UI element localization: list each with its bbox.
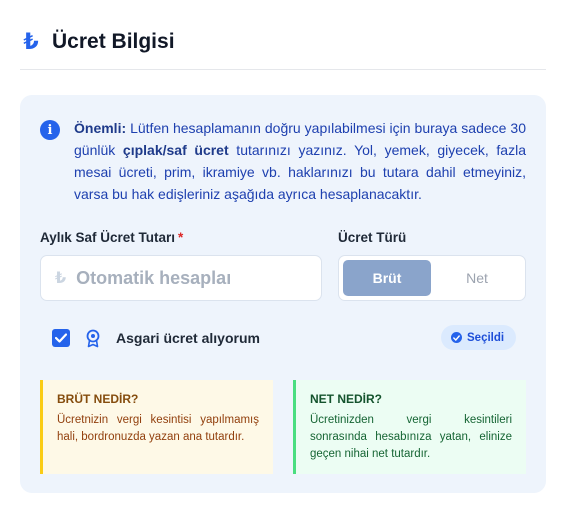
lira-icon: ₺	[23, 29, 39, 54]
min-wage-row: Asgari ücret alıyorum	[52, 327, 260, 349]
salary-type-toggle: Brüt Net	[338, 255, 526, 301]
amount-input[interactable]	[76, 267, 297, 289]
required-mark: *	[178, 230, 184, 245]
check-circle-icon	[451, 332, 462, 343]
header-divider	[20, 69, 546, 70]
amount-field[interactable]: ₺	[40, 255, 322, 301]
type-net-button[interactable]: Net	[433, 260, 521, 296]
info-icon: i	[40, 120, 60, 140]
net-explanation: NET NEDİR? Ücretinizden vergi kesintiler…	[293, 380, 526, 474]
section-header: ₺ Ücret Bilgisi	[22, 28, 175, 56]
important-notice: i Önemli: Lütfen hesaplamanın doğru yapı…	[40, 117, 526, 205]
currency-icon: ₺	[55, 270, 67, 287]
notice-emphasis: çıplak/saf ücret	[122, 142, 229, 158]
salary-card: i Önemli: Lütfen hesaplamanın doğru yapı…	[20, 95, 546, 493]
amount-label-text: Aylık Saf Ücret Tutarı	[40, 230, 176, 245]
brut-title: BRÜT NEDİR?	[57, 392, 139, 406]
award-icon	[84, 328, 102, 348]
net-title: NET NEDİR?	[310, 392, 382, 406]
min-wage-checkbox[interactable]	[52, 329, 70, 347]
type-label: Ücret Türü	[338, 230, 407, 245]
brut-explanation: BRÜT NEDİR? Ücretnizin vergi kesintisi y…	[40, 380, 273, 474]
type-brut-button[interactable]: Brüt	[343, 260, 431, 296]
brut-text: Ücretnizin vergi kesintisi yapılmamış ha…	[57, 414, 259, 443]
notice-strong-label: Önemli:	[74, 120, 127, 136]
notice-text: Önemli: Lütfen hesaplamanın doğru yapıla…	[74, 117, 526, 205]
check-icon	[55, 333, 67, 343]
amount-label: Aylık Saf Ücret Tutarı *	[40, 230, 183, 245]
selected-badge: Seçildi	[441, 325, 517, 350]
page-title: Ücret Bilgisi	[52, 30, 175, 53]
selected-badge-text: Seçildi	[467, 331, 505, 344]
min-wage-label[interactable]: Asgari ücret alıyorum	[116, 330, 260, 346]
net-text: Ücretinizden vergi kesintileri sonrasınd…	[310, 414, 512, 460]
